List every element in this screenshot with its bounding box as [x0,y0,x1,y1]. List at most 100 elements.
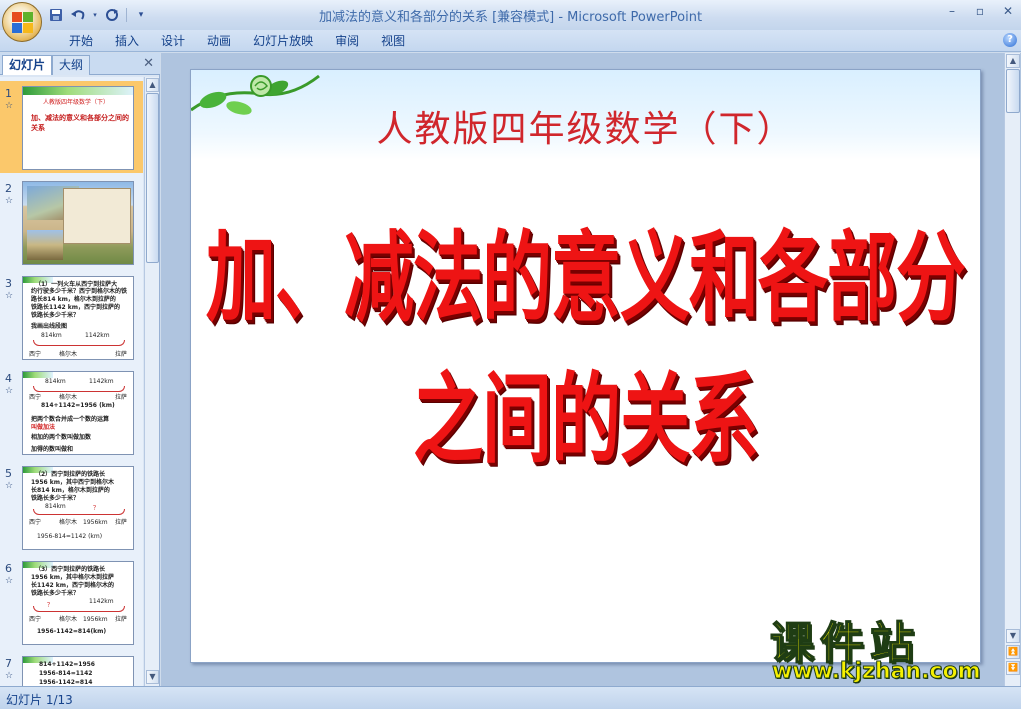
thumb-text: 1142km [85,332,110,339]
segment-line [33,606,125,612]
title-bar: ▾ ▾ 加减法的意义和各部分的关系 [兼容模式] - Microsoft Pow… [0,0,1021,42]
current-slide[interactable]: 人教版四年级数学（下） 加、减法的意义和各部分之间的关系 [190,69,981,663]
slide-thumbnail-4[interactable]: 4 ☆ 814km 1142km 西宁 格尔木 拉萨 814+1142=1956… [0,366,143,458]
tab-animations[interactable]: 动画 [196,32,242,50]
transition-icon: ☆ [5,576,14,586]
slide-editor: 人教版四年级数学（下） 加、减法的意义和各部分之间的关系 ▲ ▼ ⏫ ⏬ [161,53,1021,686]
thumb-text: 格尔木 [59,519,78,526]
transition-icon: ☆ [5,196,14,206]
thumb-text: 814+1142=1956 (km) [41,402,115,409]
minimize-button[interactable]: – [945,4,959,18]
tab-home[interactable]: 开始 [58,32,104,50]
thumbnail-image [22,181,134,265]
tab-insert[interactable]: 插入 [104,32,150,50]
thumb-text: 格尔木 [59,394,78,401]
thumb-text: 1956km [83,616,108,623]
thumb-text: 1142km [89,598,114,605]
scroll-down-icon[interactable]: ▼ [146,670,159,684]
slide-thumbnail-3[interactable]: 3 ☆ （1）一列火车从西宁到拉萨大 约行驶多少千米？西宁到格尔木的铁 路长81… [0,271,143,363]
close-button[interactable]: ✕ [1001,4,1015,18]
tab-view[interactable]: 视图 [370,32,416,50]
thumb-text: 相加的两个数叫做加数 [31,434,92,441]
scrollbar-thumb[interactable] [146,93,159,263]
slide-number: 2 [5,182,12,195]
thumbnail-image: 814+1142=1956 1956-814=1142 1956-1142=81… [22,656,134,686]
thumb-text: 814km [45,378,66,385]
slide-thumbnail-7[interactable]: 7 ☆ 814+1142=1956 1956-814=1142 1956-114… [0,651,143,686]
tab-design[interactable]: 设计 [150,32,196,50]
scrollbar-thumb[interactable] [1006,69,1020,113]
watermark-url: www.kjzhan.com [772,659,982,685]
tab-review[interactable]: 审阅 [324,32,370,50]
office-logo-icon [12,12,34,34]
watermark: 课件站 www.kjzhan.com [769,607,1000,687]
thumbnail-image: （2）西宁到拉萨的铁路长 1956 km，其中西宁到格尔木 长814 km，格尔… [22,466,134,550]
thumb-text: 叫做加法 [31,424,56,431]
slide-number: 7 [5,657,12,670]
thumb-text: 西宁 [29,616,42,623]
thumb-text: 814+1142=1956 [39,661,95,668]
editor-scrollbar[interactable]: ▲ ▼ ⏫ ⏬ [1004,53,1020,686]
photo-shape [27,230,63,260]
transition-icon: ☆ [5,291,14,301]
thumb-text: 人教版四年级数学（下） [43,99,110,106]
slides-panel: 幻灯片 大纲 ✕ 1 ☆ 人教版四年级数学（下） 加、减法的意义和各部分之间的关… [0,53,160,686]
window-controls: – ▫ ✕ [945,4,1015,18]
panel-tabs: 幻灯片 大纲 ✕ [0,53,160,75]
segment-line [33,386,125,392]
window-title: 加减法的意义和各部分的关系 [兼容模式] - Microsoft PowerPo… [318,10,703,25]
restore-button[interactable]: ▫ [973,4,987,18]
thumb-text: 1956-1142=814(km) [37,628,107,635]
thumb-text: 814km [41,332,62,339]
thumbnail-image: （1）一列火车从西宁到拉萨大 约行驶多少千米？西宁到格尔木的铁 路长814 km… [22,276,134,360]
office-button[interactable] [2,2,42,42]
thumb-text: 1956-814=1142 (km) [37,533,103,540]
thumb-text: 我画出线段图 [31,323,68,330]
transition-icon: ☆ [5,386,14,396]
slide-thumbnail-2[interactable]: 2 ☆ [0,176,143,268]
thumb-text: 格尔木 [59,351,78,358]
thumbnail-image: （3）西宁到拉萨的铁路长 1956 km，其中格尔木到拉萨 长1142 km，西… [22,561,134,645]
status-bar: 幻灯片 1/13 [0,686,1021,709]
scroll-down-icon[interactable]: ▼ [1006,629,1020,643]
tab-outline[interactable]: 大纲 [52,55,91,75]
segment-line [33,509,125,515]
thumbnail-list: 1 ☆ 人教版四年级数学（下） 加、减法的意义和各部分之间的关系 2 ☆ 3 ☆ [0,77,143,686]
next-slide-icon[interactable]: ⏬ [1006,661,1020,675]
previous-slide-icon[interactable]: ⏫ [1006,645,1020,659]
thumb-text: 拉萨 [115,351,128,358]
thumb-text: 铁路长多少千米？ [31,495,80,502]
scroll-up-icon[interactable]: ▲ [1006,54,1020,68]
thumb-text: 1142km [89,378,114,385]
close-icon[interactable]: ✕ [143,56,154,71]
thumb-text: 西宁 [29,519,42,526]
slide-number: 6 [5,562,12,575]
scroll-up-icon[interactable]: ▲ [146,78,159,92]
thumb-text: 加、减法的意义和各部分之间的关系 [31,114,129,132]
thumb-text: 1956km [83,519,108,526]
slide-thumbnail-5[interactable]: 5 ☆ （2）西宁到拉萨的铁路长 1956 km，其中西宁到格尔木 长814 k… [0,461,143,553]
thumb-text: 西宁 [29,351,42,358]
transition-icon: ☆ [5,481,14,491]
thumb-text: 西宁 [29,394,42,401]
slide-number: 4 [5,372,12,385]
thumb-text: 拉萨 [115,519,128,526]
thumb-text: 铁路长多少千米？ [31,590,80,597]
slide-thumbnail-6[interactable]: 6 ☆ （3）西宁到拉萨的铁路长 1956 km，其中格尔木到拉萨 长1142 … [0,556,143,648]
thumb-text: 拉萨 [115,394,128,401]
tab-slides[interactable]: 幻灯片 [2,55,53,75]
slide-title[interactable]: 加、减法的意义和各部分之间的关系 [191,200,980,483]
slide-number: 5 [5,467,12,480]
transition-icon: ☆ [5,671,14,681]
thumbnail-scrollbar[interactable]: ▲ ▼ [144,77,159,686]
tab-slideshow[interactable]: 幻灯片放映 [242,32,324,50]
leaf-decoration [23,87,133,95]
slide-thumbnail-1[interactable]: 1 ☆ 人教版四年级数学（下） 加、减法的意义和各部分之间的关系 [0,81,143,173]
thumbnail-image: 814km 1142km 西宁 格尔木 拉萨 814+1142=1956 (km… [22,371,134,455]
help-icon[interactable]: ? [1003,33,1017,47]
slide-subtitle[interactable]: 人教版四年级数学（下） [191,100,980,152]
thumb-text: 加得的数叫做和 [31,446,74,453]
slide-indicator: 幻灯片 1/13 [6,693,73,707]
segment-line [33,340,125,346]
ribbon-tabs: 开始 插入 设计 动画 幻灯片放映 审阅 视图 ? [0,30,1021,52]
